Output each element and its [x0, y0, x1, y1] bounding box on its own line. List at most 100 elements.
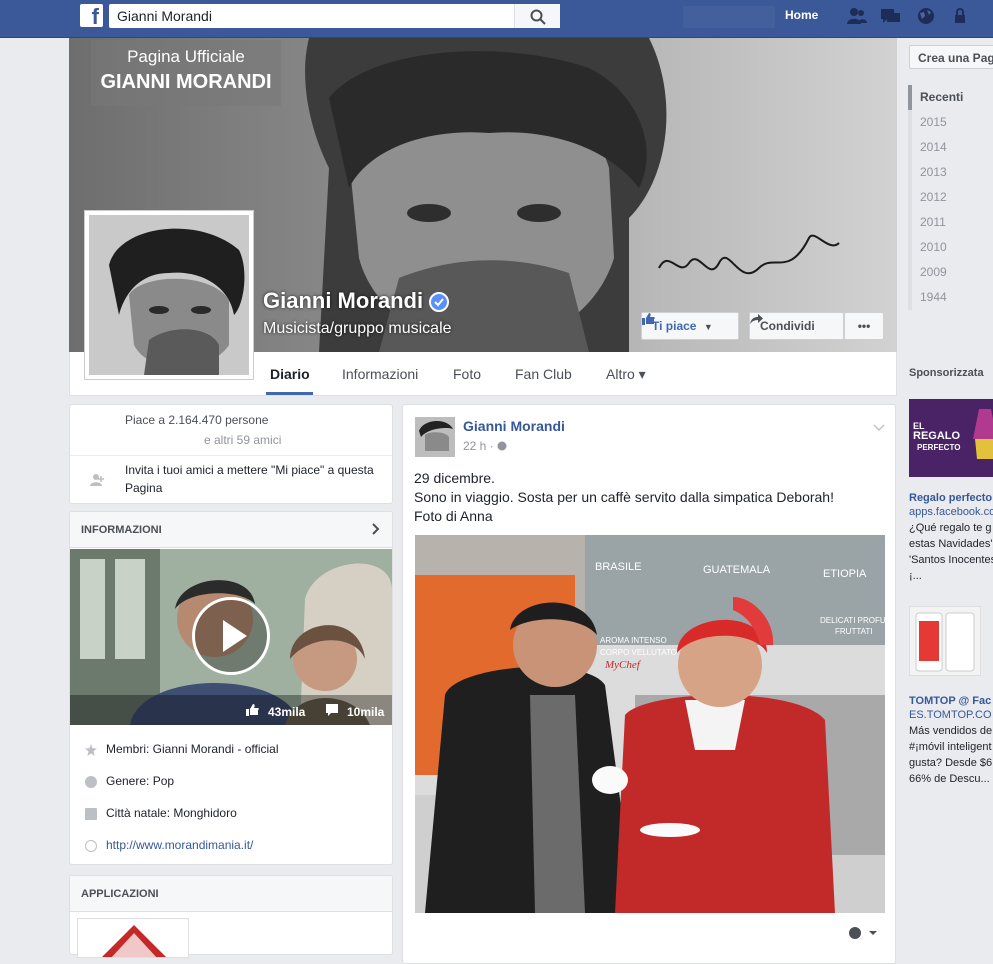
ad2-desc-4: 66% de Descu...: [909, 773, 990, 785]
tab-foto[interactable]: Foto: [453, 366, 481, 382]
info-hometown[interactable]: Città natale: Monghidoro: [106, 806, 237, 820]
page-title[interactable]: Gianni Morandi: [263, 288, 450, 314]
more-options-button[interactable]: •••: [844, 312, 884, 340]
year-2009[interactable]: 2009: [908, 260, 993, 285]
facebook-logo-icon[interactable]: f: [80, 4, 103, 27]
year-2011[interactable]: 2011: [908, 210, 993, 235]
star-icon: [85, 744, 97, 756]
info-website-link[interactable]: http://www.morandimania.it/: [106, 838, 253, 852]
globe-icon: [85, 840, 97, 852]
year-recenti[interactable]: Recenti: [908, 85, 993, 110]
ad1-image[interactable]: EL REGALO PERFECTO: [909, 399, 993, 477]
apps-card: APPLICAZIONI: [69, 875, 393, 958]
tab-fan-club[interactable]: Fan Club: [515, 366, 572, 382]
apps-card-header[interactable]: APPLICAZIONI: [70, 876, 392, 912]
home-icon: [85, 808, 97, 820]
ad1-desc-1: ¿Qué regalo te g: [909, 522, 992, 534]
nav-home-link[interactable]: Home: [785, 8, 818, 22]
create-page-button[interactable]: Crea una Pagina: [909, 45, 993, 69]
photo-label-guatemala: GUATEMALA: [703, 564, 771, 576]
photo-label-delicati: DELICATI PROFUMI: [820, 616, 885, 625]
ad1-desc-4: ¡...: [909, 570, 922, 582]
tab-informazioni[interactable]: Informazioni: [342, 366, 418, 382]
post-options-chevron-icon[interactable]: [873, 421, 885, 435]
video-comment-icon: [326, 704, 338, 719]
photo-label-aroma: AROMA INTENSO: [600, 636, 667, 645]
search-button[interactable]: [514, 4, 560, 28]
info-card: INFORMAZIONI 43mila 10mila Membri: Giann…: [69, 511, 393, 865]
friend-requests-icon[interactable]: [846, 6, 868, 26]
ad2-desc-3: gusta? Desde $6: [909, 757, 993, 769]
nav-user-profile[interactable]: [683, 6, 775, 28]
ad1-image-text-2: REGALO: [913, 430, 961, 442]
ad2-image[interactable]: [909, 606, 981, 676]
notifications-globe-icon[interactable]: [915, 6, 937, 26]
info-card-header[interactable]: INFORMAZIONI: [70, 512, 392, 548]
app-thumbnail[interactable]: [77, 918, 189, 958]
ad1-url[interactable]: apps.facebook.co: [909, 506, 993, 518]
likes-divider: [70, 455, 392, 456]
ad2-url[interactable]: ES.TOMTOP.CO: [909, 709, 992, 721]
likes-card: Piace a 2.164.470 persone e altri 59 ami…: [69, 404, 393, 504]
year-2014[interactable]: 2014: [908, 135, 993, 160]
photo-label-brasile: BRASILE: [595, 561, 641, 573]
ad1-desc-3: 'Santos Inocentes: [909, 554, 993, 566]
post-audience-selector-icon[interactable]: [849, 927, 879, 942]
badge-line-2: GIANNI MORANDI: [100, 71, 272, 93]
page-name-text[interactable]: Gianni Morandi: [263, 288, 423, 313]
genre-icon: [85, 776, 97, 788]
tab-altro[interactable]: Altro ▾: [606, 366, 646, 383]
chevron-down-icon: ▼: [703, 322, 713, 332]
like-page-button[interactable]: Ti piace ▼: [641, 312, 739, 340]
year-2013[interactable]: 2013: [908, 160, 993, 185]
share-button[interactable]: Condividi: [749, 312, 844, 340]
post-photo[interactable]: BRASILE GUATEMALA ETIOPIA AROMA INTENSO …: [415, 535, 885, 913]
photo-label-fruttati: FRUTTATI: [835, 627, 872, 636]
ad2-title[interactable]: TOMTOP @ Fac: [909, 695, 991, 707]
info-genre[interactable]: Genere: Pop: [106, 774, 174, 788]
post-time-text[interactable]: 22 h ·: [463, 439, 497, 453]
invite-friends-text-1[interactable]: Invita i tuoi amici a mettere "Mi piace"…: [125, 463, 374, 477]
post-text-line-2: Sono in viaggio. Sosta per un caffè serv…: [414, 489, 834, 505]
year-2010[interactable]: 2010: [908, 235, 993, 260]
share-arrow-icon: [750, 314, 763, 324]
messages-icon[interactable]: [880, 6, 902, 26]
search-input[interactable]: Gianni Morandi: [117, 8, 212, 24]
chevron-right-icon[interactable]: [372, 523, 380, 538]
year-2015[interactable]: 2015: [908, 110, 993, 135]
search-icon: [530, 9, 546, 25]
info-video[interactable]: 43mila 10mila: [70, 549, 392, 725]
page-category[interactable]: Musicista/gruppo musicale: [263, 320, 452, 338]
ad2-desc-2: #¡móvil inteligent: [909, 741, 992, 753]
ad1-desc-2: estas Navidades': [909, 538, 993, 550]
year-1944[interactable]: 1944: [908, 285, 993, 310]
tab-diario[interactable]: Diario: [270, 366, 310, 382]
info-members[interactable]: Membri: Gianni Morandi - official: [106, 742, 279, 756]
invite-friends-text-2[interactable]: Pagina: [125, 481, 162, 495]
thumbs-up-icon: [642, 313, 655, 325]
post-author-avatar[interactable]: [415, 417, 455, 457]
sponsored-title: Sponsorizzata: [909, 367, 984, 379]
post-text-line-1: 29 dicembre.: [414, 470, 495, 486]
apps-card-title: APPLICAZIONI: [81, 888, 159, 900]
friends-like-text[interactable]: e altri 59 amici: [204, 433, 281, 447]
likes-count-text[interactable]: Piace a 2.164.470 persone: [125, 413, 268, 427]
ad1-image-text-3: PERFECTO: [917, 443, 961, 452]
video-comments-count: 10mila: [347, 705, 385, 719]
profile-picture[interactable]: [84, 210, 254, 380]
search-box[interactable]: Gianni Morandi: [109, 4, 560, 28]
post-timestamp[interactable]: 22 h ·: [463, 439, 507, 453]
video-like-icon: [246, 704, 259, 719]
top-navigation-bar: f Gianni Morandi Home: [0, 0, 993, 38]
post-card: Gianni Morandi 22 h · 29 dicembre. Sono …: [402, 404, 896, 964]
post-author-name[interactable]: Gianni Morandi: [463, 418, 565, 434]
year-2012[interactable]: 2012: [908, 185, 993, 210]
privacy-lock-icon[interactable]: [949, 6, 971, 26]
post-photo-image: BRASILE GUATEMALA ETIOPIA AROMA INTENSO …: [415, 535, 885, 913]
more-dots-icon: •••: [857, 319, 871, 333]
official-page-badge: Pagina Ufficiale GIANNI MORANDI: [91, 40, 281, 106]
badge-line-1: Pagina Ufficiale: [127, 47, 245, 66]
play-button-icon[interactable]: [192, 597, 270, 675]
ad1-title[interactable]: Regalo perfecto: [909, 492, 992, 504]
photo-label-etiopia: ETIOPIA: [823, 568, 867, 580]
